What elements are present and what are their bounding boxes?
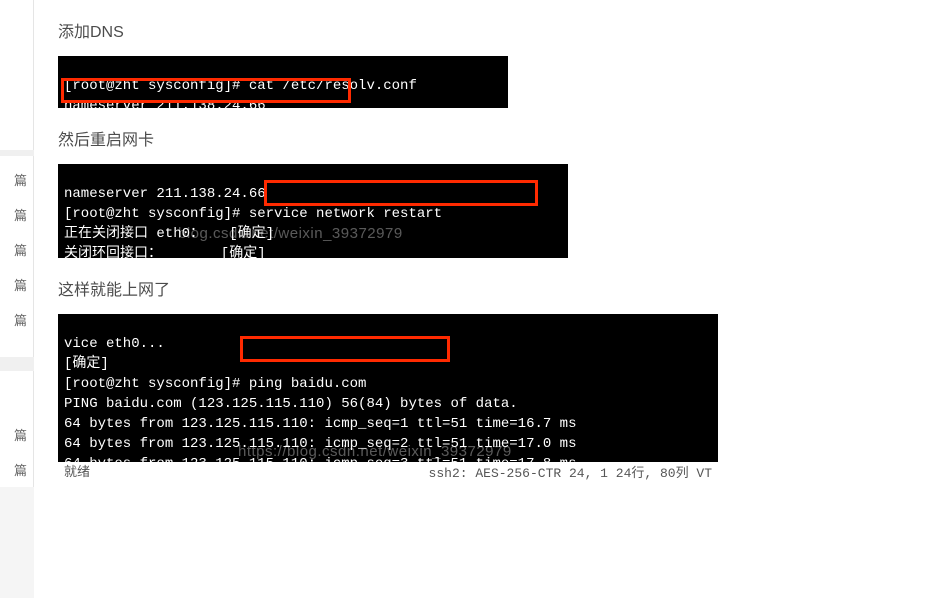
sidebar-item[interactable]: 篇 xyxy=(0,197,33,232)
heading-add-dns: 添加DNS xyxy=(58,18,946,42)
term-line: [root@zht sysconfig]# ping baidu.com xyxy=(64,376,366,392)
highlight-box xyxy=(240,336,450,362)
terminal-statusbar: 就绪 ssh2: AES-256-CTR 24, 1 24行, 80列 VT xyxy=(58,460,718,481)
sidebar-list-1: 篇 篇 篇 篇 篇 xyxy=(0,156,34,357)
article-body: 添加DNS [root@zht sysconfig]# cat /etc/res… xyxy=(34,0,946,598)
sidebar: 篇 篇 篇 篇 篇 篇 篇 xyxy=(0,0,34,598)
term-line: nameserver 211.138.24.66 xyxy=(64,186,266,202)
sidebar-item[interactable]: 篇 xyxy=(0,232,33,267)
term-line: [确定] xyxy=(64,356,109,372)
term-line: PING baidu.com (123.125.115.110) 56(84) … xyxy=(64,396,518,412)
status-right: ssh2: AES-256-CTR 24, 1 24行, 80列 VT xyxy=(429,466,712,481)
sidebar-item[interactable]: 篇 xyxy=(0,302,33,337)
term-line: 64 bytes from 123.125.115.110: icmp_seq=… xyxy=(64,436,576,452)
term-line: [root@zht sysconfig]# service network re… xyxy=(64,206,442,222)
terminal-ping: vice eth0... [确定] [root@zht sysconfig]# … xyxy=(58,314,718,462)
sidebar-item[interactable]: 篇 xyxy=(0,267,33,302)
term-line: vice eth0... xyxy=(64,336,165,352)
terminal-restart: nameserver 211.138.24.66 [root@zht sysco… xyxy=(58,164,568,258)
sidebar-item[interactable]: 篇 xyxy=(0,162,33,197)
term-line: 正在关闭接口 eth0： [确定] xyxy=(64,226,274,242)
terminal-dns: [root@zht sysconfig]# cat /etc/resolv.co… xyxy=(58,56,508,108)
highlight-box xyxy=(61,78,351,103)
sidebar-item[interactable]: 篇 xyxy=(0,417,33,452)
heading-can-online: 这样就能上网了 xyxy=(58,276,946,300)
status-left: 就绪 xyxy=(64,461,90,480)
sidebar-item[interactable]: 篇 xyxy=(0,452,33,487)
term-line: 64 bytes from 123.125.115.110: icmp_seq=… xyxy=(64,416,576,432)
highlight-box xyxy=(264,180,538,206)
sidebar-list-2: 篇 篇 xyxy=(0,371,34,487)
heading-restart-net: 然后重启网卡 xyxy=(58,126,946,150)
term-line: 关闭环回接口： [确定] xyxy=(64,246,266,258)
